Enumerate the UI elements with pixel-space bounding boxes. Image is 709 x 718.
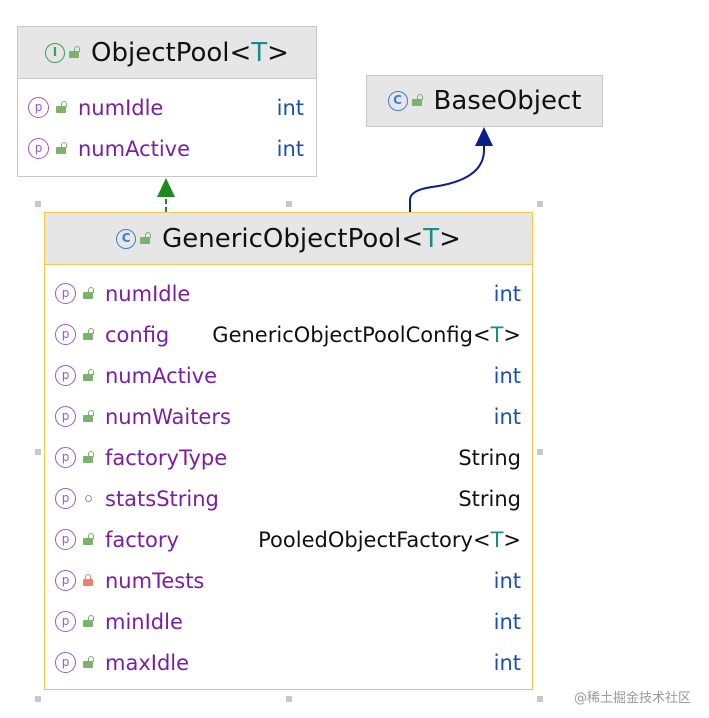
field-row[interactable]: p factoryType String <box>45 437 532 478</box>
field-row[interactable]: p numWaiters int <box>45 396 532 437</box>
public-access-icon <box>140 231 152 244</box>
field-name: factory <box>105 527 179 552</box>
field-type: int <box>493 568 521 593</box>
field-type: String <box>458 445 521 470</box>
selection-handle[interactable] <box>35 449 41 455</box>
field-type: GenericObjectPoolConfig<T> <box>212 322 521 347</box>
public-access-icon <box>411 94 423 106</box>
interface-icon: I <box>45 42 66 63</box>
field-name: config <box>105 322 170 347</box>
public-access-icon <box>83 614 94 627</box>
property-icon: p <box>55 611 76 632</box>
property-icon: p <box>55 529 76 550</box>
field-row[interactable]: p numActive int <box>45 355 532 396</box>
field-type: int <box>493 281 521 306</box>
public-access-icon <box>56 100 67 113</box>
extends-arrow-head <box>475 127 493 146</box>
watermark: @稀土掘金技术社区 <box>573 691 691 706</box>
field-name: numIdle <box>105 281 191 306</box>
field-row[interactable]: p numIdle int <box>45 273 532 314</box>
public-access-icon <box>56 141 67 154</box>
field-name: numActive <box>105 363 218 388</box>
property-icon: p <box>55 365 76 386</box>
baseobject-node[interactable]: C BaseObject <box>366 75 603 127</box>
field-row[interactable]: p config GenericObjectPoolConfig<T> <box>45 314 532 355</box>
property-icon: p <box>28 138 49 159</box>
baseobject-title: BaseObject <box>433 86 582 116</box>
selection-handle[interactable] <box>537 696 543 702</box>
public-access-icon <box>83 368 94 381</box>
selection-handle[interactable] <box>537 449 543 455</box>
field-type: PooledObjectFactory<T> <box>258 527 521 552</box>
field-type: int <box>493 650 521 675</box>
selection-handle[interactable] <box>35 201 41 207</box>
objectpool-node[interactable]: I ObjectPool<T> p numIdle int p numActiv… <box>17 26 317 177</box>
public-access-icon <box>83 286 94 299</box>
field-row[interactable]: p minIdle int <box>45 601 532 642</box>
genericobjectpool-title: GenericObjectPool<T> <box>162 223 461 254</box>
objectpool-title: ObjectPool<T> <box>91 37 289 68</box>
field-name: minIdle <box>105 609 183 634</box>
property-icon: p <box>55 652 76 673</box>
field-name: numTests <box>105 568 205 593</box>
property-icon: p <box>55 324 76 345</box>
field-row[interactable]: p numIdle int <box>18 87 316 128</box>
field-row[interactable]: p numActive int <box>18 128 316 169</box>
field-row[interactable]: p statsString String <box>45 478 532 519</box>
field-type: int <box>493 363 521 388</box>
baseobject-header: C BaseObject <box>367 76 602 126</box>
objectpool-header: I ObjectPool<T> <box>18 27 316 79</box>
field-name: statsString <box>105 486 219 511</box>
property-icon: p <box>55 283 76 304</box>
field-name: maxIdle <box>105 650 190 675</box>
property-icon: p <box>55 570 76 591</box>
class-icon: C <box>116 228 137 249</box>
private-access-icon <box>83 573 93 586</box>
field-name: numActive <box>78 136 191 161</box>
public-access-icon <box>83 409 94 422</box>
field-type: int <box>276 136 304 161</box>
implements-arrow-head <box>157 178 175 197</box>
public-access-icon <box>83 532 94 545</box>
public-access-icon <box>83 327 94 340</box>
selection-handle[interactable] <box>286 201 292 207</box>
field-type: int <box>276 95 304 120</box>
selection-handle[interactable] <box>35 696 41 702</box>
genericobjectpool-header: C GenericObjectPool<T> <box>45 213 532 265</box>
selection-handle[interactable] <box>537 201 543 207</box>
field-type: String <box>458 486 521 511</box>
property-icon: p <box>55 447 76 468</box>
field-name: numIdle <box>78 95 164 120</box>
genericobjectpool-node[interactable]: C GenericObjectPool<T> p numIdle int p c… <box>44 212 533 690</box>
field-name: numWaiters <box>105 404 231 429</box>
field-name: factoryType <box>105 445 228 470</box>
public-access-icon <box>83 655 94 668</box>
property-icon: p <box>55 406 76 427</box>
public-access-icon <box>83 450 94 463</box>
field-type: int <box>493 609 521 634</box>
property-icon: p <box>55 488 76 509</box>
class-icon: C <box>387 91 408 111</box>
selection-handle[interactable] <box>286 696 292 702</box>
field-row[interactable]: p numTests int <box>45 560 532 601</box>
property-icon: p <box>28 97 49 118</box>
field-row[interactable]: p factory PooledObjectFactory<T> <box>45 519 532 560</box>
public-access-icon <box>69 45 81 58</box>
field-row[interactable]: p maxIdle int <box>45 642 532 683</box>
field-type: int <box>493 404 521 429</box>
extends-arrow-line <box>409 145 485 212</box>
package-access-icon <box>85 495 92 502</box>
